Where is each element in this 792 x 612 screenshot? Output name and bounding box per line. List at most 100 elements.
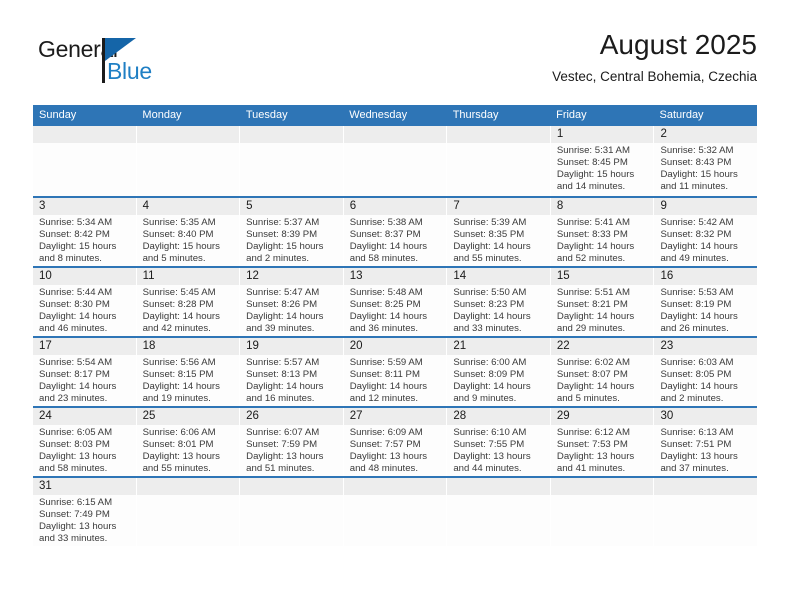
calendar-day-cell[interactable]: 16 Sunrise: 5:53 AM Sunset: 8:19 PM Dayligh… (654, 268, 758, 336)
day-info-sunset: Sunset: 8:37 PM (349, 228, 421, 240)
day-info-sunset: Sunset: 8:23 PM (453, 298, 525, 310)
calendar-day-cell[interactable]: 22 Sunrise: 6:02 AM Sunset: 8:07 PM Dayligh… (550, 338, 655, 406)
day-number: 9 (660, 200, 667, 212)
day-number-band: 25 (136, 408, 240, 425)
calendar-day-cell[interactable]: 27 Sunrise: 6:09 AM Sunset: 7:57 PM Dayligh… (343, 408, 448, 476)
day-sun-info: Sunrise: 6:15 AM Sunset: 7:49 PM Daylight:… (33, 495, 136, 545)
day-number-band: 3 (33, 198, 136, 215)
day-info-sunset: Sunset: 8:07 PM (556, 368, 628, 380)
calendar-day-cell[interactable]: 7 Sunrise: 5:39 AM Sunset: 8:35 PM Daylight… (447, 198, 551, 266)
day-info-sunset: Sunset: 8:09 PM (453, 368, 525, 380)
calendar-day-cell[interactable]: 14 Sunrise: 5:50 AM Sunset: 8:23 PM Dayligh… (447, 268, 551, 336)
day-info-daylight1: Daylight: 14 hours (246, 310, 324, 322)
day-number: 10 (39, 270, 52, 282)
calendar-day-cell[interactable]: 23 Sunrise: 6:03 AM Sunset: 8:05 PM Dayligh… (654, 338, 758, 406)
calendar-day-cell[interactable]: 11 Sunrise: 5:45 AM Sunset: 8:28 PM Dayligh… (136, 268, 241, 336)
calendar-day-cell[interactable]: 18 Sunrise: 5:56 AM Sunset: 8:15 PM Dayligh… (136, 338, 241, 406)
day-info-daylight1: Daylight: 13 hours (246, 450, 324, 462)
calendar-day-cell[interactable]: 12 Sunrise: 5:47 AM Sunset: 8:26 PM Dayligh… (240, 268, 344, 336)
calendar-grid: Sunday Monday Tuesday Wednesday Thursday Frid… (33, 105, 758, 546)
calendar-day-cell[interactable]: 13 Sunrise: 5:48 AM Sunset: 8:25 PM Dayligh… (343, 268, 448, 336)
calendar-day-cell[interactable]: 28 Sunrise: 6:10 AM Sunset: 7:55 PM Dayligh… (447, 408, 551, 476)
day-number: 20 (349, 340, 363, 352)
day-info-daylight2: and 37 minutes. (660, 462, 729, 474)
day-info-daylight2: and 26 minutes. (660, 322, 729, 334)
weekday-header-saturday: Saturday (659, 109, 704, 121)
calendar-day-cell[interactable]: 2 Sunrise: 5:32 AM Sunset: 8:43 PM Daylight… (654, 126, 758, 196)
day-info-daylight1: Daylight: 14 hours (453, 240, 531, 252)
day-number-band: 20 (343, 338, 447, 355)
calendar-day-cell[interactable]: 8 Sunrise: 5:41 AM Sunset: 8:33 PM Daylight… (550, 198, 655, 266)
day-sun-info: Sunrise: 6:07 AM Sunset: 7:59 PM Daylight:… (240, 425, 343, 475)
day-info-sunrise: Sunrise: 6:15 AM (39, 497, 113, 508)
day-number: 13 (349, 270, 363, 282)
day-sun-info: Sunrise: 5:56 AM Sunset: 8:15 PM Daylight:… (137, 355, 240, 405)
general-blue-logo: General Blue (38, 36, 238, 92)
day-number-band: 13 (343, 268, 447, 285)
day-number: 29 (556, 410, 570, 422)
calendar-day-cell-empty (550, 478, 655, 546)
calendar-day-cell[interactable]: 10 Sunrise: 5:44 AM Sunset: 8:30 PM Dayligh… (33, 268, 137, 336)
day-number: 22 (556, 340, 570, 352)
day-number-band: 4 (136, 198, 240, 215)
day-number-band: 12 (240, 268, 343, 285)
day-info-sunrise: Sunrise: 5:47 AM (246, 287, 320, 298)
day-number: 5 (246, 200, 253, 212)
day-info-sunrise: Sunrise: 5:37 AM (246, 217, 320, 228)
calendar-day-cell[interactable]: 4 Sunrise: 5:35 AM Sunset: 8:40 PM Daylight… (136, 198, 241, 266)
day-info-daylight2: and 49 minutes. (660, 252, 729, 264)
day-number-band: 11 (136, 268, 240, 285)
calendar-day-cell[interactable]: 5 Sunrise: 5:37 AM Sunset: 8:39 PM Daylight… (240, 198, 344, 266)
day-number: 25 (142, 410, 156, 422)
calendar-day-cell[interactable]: 17 Sunrise: 5:54 AM Sunset: 8:17 PM Dayligh… (33, 338, 137, 406)
day-sun-info: Sunrise: 6:05 AM Sunset: 8:03 PM Daylight:… (33, 425, 136, 475)
day-info-daylight1: Daylight: 14 hours (660, 380, 738, 392)
calendar-day-cell[interactable]: 25 Sunrise: 6:06 AM Sunset: 8:01 PM Dayligh… (136, 408, 241, 476)
day-info-daylight1: Daylight: 14 hours (556, 240, 635, 252)
day-info-daylight1: Daylight: 13 hours (453, 450, 531, 462)
calendar-day-cell[interactable]: 29 Sunrise: 6:12 AM Sunset: 7:53 PM Dayligh… (550, 408, 655, 476)
day-sun-info: Sunrise: 5:42 AM Sunset: 8:32 PM Daylight:… (654, 215, 757, 265)
day-number: 3 (39, 200, 46, 212)
day-number-band: 26 (240, 408, 343, 425)
day-sun-info: Sunrise: 5:41 AM Sunset: 8:33 PM Daylight:… (551, 215, 654, 265)
calendar-day-cell-empty (240, 126, 344, 196)
calendar-day-cell[interactable]: 1 Sunrise: 5:31 AM Sunset: 8:45 PM Daylight… (550, 126, 655, 196)
day-info-daylight2: and 42 minutes. (142, 322, 211, 334)
calendar-day-cell[interactable]: 21 Sunrise: 6:00 AM Sunset: 8:09 PM Dayligh… (447, 338, 551, 406)
calendar-day-cell[interactable]: 31 Sunrise: 6:15 AM Sunset: 7:49 PM Dayligh… (33, 478, 137, 546)
day-sun-info: Sunrise: 5:59 AM Sunset: 8:11 PM Daylight:… (344, 355, 447, 405)
calendar-day-cell[interactable]: 24 Sunrise: 6:05 AM Sunset: 8:03 PM Dayligh… (33, 408, 137, 476)
day-number: 15 (556, 270, 570, 282)
day-info-daylight2: and 58 minutes. (39, 462, 108, 474)
day-info-daylight1: Daylight: 14 hours (39, 380, 117, 392)
day-info-daylight2: and 2 minutes. (246, 252, 310, 264)
day-number: 16 (660, 270, 674, 282)
calendar-day-cell[interactable]: 30 Sunrise: 6:13 AM Sunset: 7:51 PM Dayligh… (654, 408, 758, 476)
day-info-daylight1: Daylight: 13 hours (39, 450, 117, 462)
calendar-week-row: 10 Sunrise: 5:44 AM Sunset: 8:30 PM Dayligh… (33, 266, 758, 336)
calendar-day-cell[interactable]: 15 Sunrise: 5:51 AM Sunset: 8:21 PM Dayligh… (550, 268, 655, 336)
calendar-day-cell[interactable]: 9 Sunrise: 5:42 AM Sunset: 8:32 PM Daylight… (654, 198, 758, 266)
day-info-daylight1: Daylight: 14 hours (349, 310, 428, 322)
calendar-day-cell[interactable]: 3 Sunrise: 5:34 AM Sunset: 8:42 PM Daylight… (33, 198, 137, 266)
weekday-header-wednesday: Wednesday (349, 109, 408, 121)
weekday-header-friday: Friday (556, 109, 587, 121)
day-info-sunset: Sunset: 8:33 PM (556, 228, 628, 240)
calendar-week-row: 1 Sunrise: 5:31 AM Sunset: 8:45 PM Daylight… (33, 126, 758, 196)
day-info-sunset: Sunset: 8:43 PM (660, 156, 732, 168)
day-info-sunset: Sunset: 8:26 PM (246, 298, 318, 310)
day-info-sunrise: Sunrise: 5:35 AM (142, 217, 216, 228)
calendar-day-cell[interactable]: 20 Sunrise: 5:59 AM Sunset: 8:11 PM Dayligh… (343, 338, 448, 406)
day-info-daylight1: Daylight: 14 hours (349, 240, 428, 252)
calendar-page: General Blue August 2025 Vestec, Central… (0, 0, 792, 612)
calendar-day-cell[interactable]: 6 Sunrise: 5:38 AM Sunset: 8:37 PM Daylight… (343, 198, 448, 266)
day-sun-info: Sunrise: 6:02 AM Sunset: 8:07 PM Daylight:… (551, 355, 654, 405)
day-info-sunrise: Sunrise: 5:31 AM (556, 145, 630, 156)
calendar-day-cell[interactable]: 26 Sunrise: 6:07 AM Sunset: 7:59 PM Dayligh… (240, 408, 344, 476)
day-number: 12 (246, 270, 259, 282)
day-info-sunset: Sunset: 8:05 PM (660, 368, 732, 380)
day-sun-info: Sunrise: 5:48 AM Sunset: 8:25 PM Daylight:… (344, 285, 447, 335)
calendar-day-cell[interactable]: 19 Sunrise: 5:57 AM Sunset: 8:13 PM Dayligh… (240, 338, 344, 406)
day-number-band: 5 (240, 198, 343, 215)
